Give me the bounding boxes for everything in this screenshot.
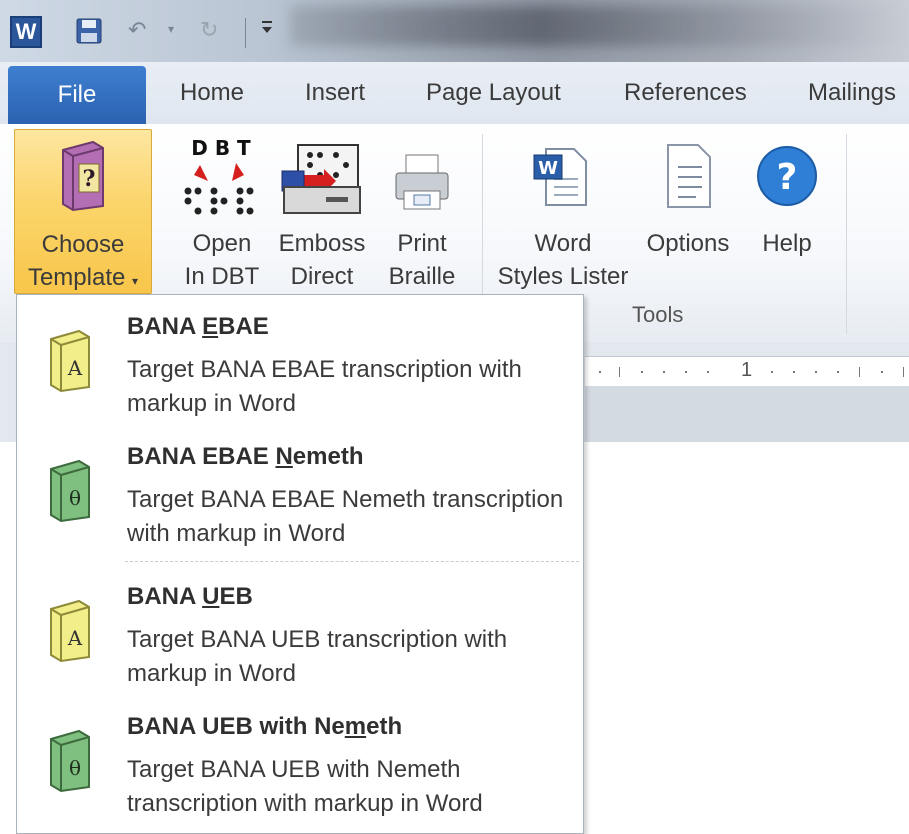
book-theta-icon: θ (47, 729, 95, 793)
svg-text:A: A (67, 626, 83, 650)
emboss-direct-label-2: Direct (290, 263, 354, 290)
open-in-dbt-label-1: Open (192, 230, 252, 257)
ruler-shade (585, 386, 909, 442)
word-styles-lister-button[interactable]: W Word Styles Lister (492, 129, 634, 294)
menu-item-bana-ueb-with-nemeth[interactable]: θ BANA UEB with Nemeth Target BANA UEB w… (17, 713, 583, 833)
word-styles-lister-label-1: Word (534, 230, 592, 257)
menu-separator (125, 561, 579, 562)
word-document-icon: W (532, 145, 592, 218)
menu-item-bana-ebae-nemeth[interactable]: θ BANA EBAE Nemeth Target BANA EBAE Neme… (17, 443, 583, 563)
print-braille-button[interactable]: Print Braille (380, 129, 464, 294)
options-button[interactable]: Options (640, 129, 736, 294)
menu-item-description: Target BANA EBAE Nemeth transcription wi… (127, 486, 564, 547)
horizontal-ruler[interactable]: 1 (585, 356, 909, 388)
redo-icon[interactable]: ↻ (200, 18, 226, 42)
tab-mailings[interactable]: Mailings (808, 76, 896, 110)
open-in-dbt-button[interactable]: D B T Open In DBT (172, 129, 272, 294)
undo-icon[interactable]: ↶ (128, 18, 154, 42)
dropdown-arrow-icon: ▾ (132, 274, 139, 288)
choose-template-label-2: Template ▾ (27, 264, 139, 291)
print-braille-label-2: Braille (388, 263, 456, 290)
book-a-icon: A (47, 329, 95, 393)
document-page[interactable] (585, 442, 909, 824)
title-bar-blur (290, 6, 909, 46)
help-icon: ? (756, 145, 818, 216)
book-question-icon: ? (57, 140, 109, 221)
svg-text:?: ? (83, 166, 96, 192)
emboss-direct-label-1: Emboss (278, 230, 366, 257)
ruler-mark: 1 (741, 359, 753, 381)
emboss-direct-button[interactable]: Emboss Direct (272, 129, 372, 294)
ribbon-tab-bar: File Home Insert Page Layout References … (0, 62, 909, 125)
choose-template-menu: A BANA EBAE Target BANA EBAE transcripti… (16, 294, 584, 834)
menu-item-title: BANA EBAE (127, 313, 269, 340)
choose-template-button[interactable]: ? Choose Template ▾ (14, 129, 152, 294)
svg-text:θ: θ (69, 486, 81, 510)
menu-item-description: Target BANA EBAE transcription with mark… (127, 356, 522, 417)
dbt-braille-icon: D B T (178, 135, 264, 228)
save-icon[interactable] (76, 18, 102, 44)
book-theta-icon: θ (47, 459, 95, 523)
tab-insert[interactable]: Insert (305, 76, 365, 110)
menu-item-description: Target BANA UEB transcription with marku… (127, 626, 508, 687)
tab-page-layout[interactable]: Page Layout (426, 76, 561, 110)
customize-toolbar-icon[interactable] (260, 18, 274, 41)
ribbon-group-separator (846, 134, 847, 334)
menu-item-bana-ebae[interactable]: A BANA EBAE Target BANA EBAE transcripti… (17, 313, 583, 433)
ribbon-group-label-tools: Tools (632, 302, 684, 327)
help-button[interactable]: ? Help (748, 129, 826, 294)
svg-text:?: ? (777, 157, 798, 198)
toolbar-separator (245, 18, 246, 48)
undo-dropdown-icon[interactable]: ▾ (168, 22, 174, 36)
choose-template-label-1: Choose (41, 231, 125, 258)
tab-home[interactable]: Home (180, 76, 244, 110)
printer-icon (392, 153, 452, 222)
menu-item-title: BANA UEB (127, 583, 253, 610)
options-document-icon (666, 143, 712, 218)
svg-text:D B T: D B T (191, 136, 251, 160)
tab-file[interactable]: File (8, 66, 146, 124)
word-app-icon[interactable]: W (10, 16, 42, 48)
svg-text:W: W (538, 158, 558, 179)
tab-references[interactable]: References (624, 76, 747, 110)
menu-item-title: BANA UEB with Nemeth (127, 713, 403, 740)
menu-item-title: BANA EBAE Nemeth (127, 443, 364, 470)
help-label: Help (762, 230, 812, 257)
word-styles-lister-label-2: Styles Lister (497, 263, 629, 290)
svg-text:A: A (67, 356, 83, 380)
book-a-icon: A (47, 599, 95, 663)
menu-item-bana-ueb[interactable]: A BANA UEB Target BANA UEB transcription… (17, 583, 583, 703)
open-in-dbt-label-2: In DBT (184, 263, 260, 290)
quick-access-toolbar: W ↶ ▾ ↻ (0, 0, 909, 62)
options-label: Options (646, 230, 730, 257)
embosser-icon (280, 141, 364, 226)
svg-text:θ: θ (69, 756, 81, 780)
menu-item-description: Target BANA UEB with Nemeth transcriptio… (127, 756, 483, 817)
print-braille-label-1: Print (397, 230, 447, 257)
